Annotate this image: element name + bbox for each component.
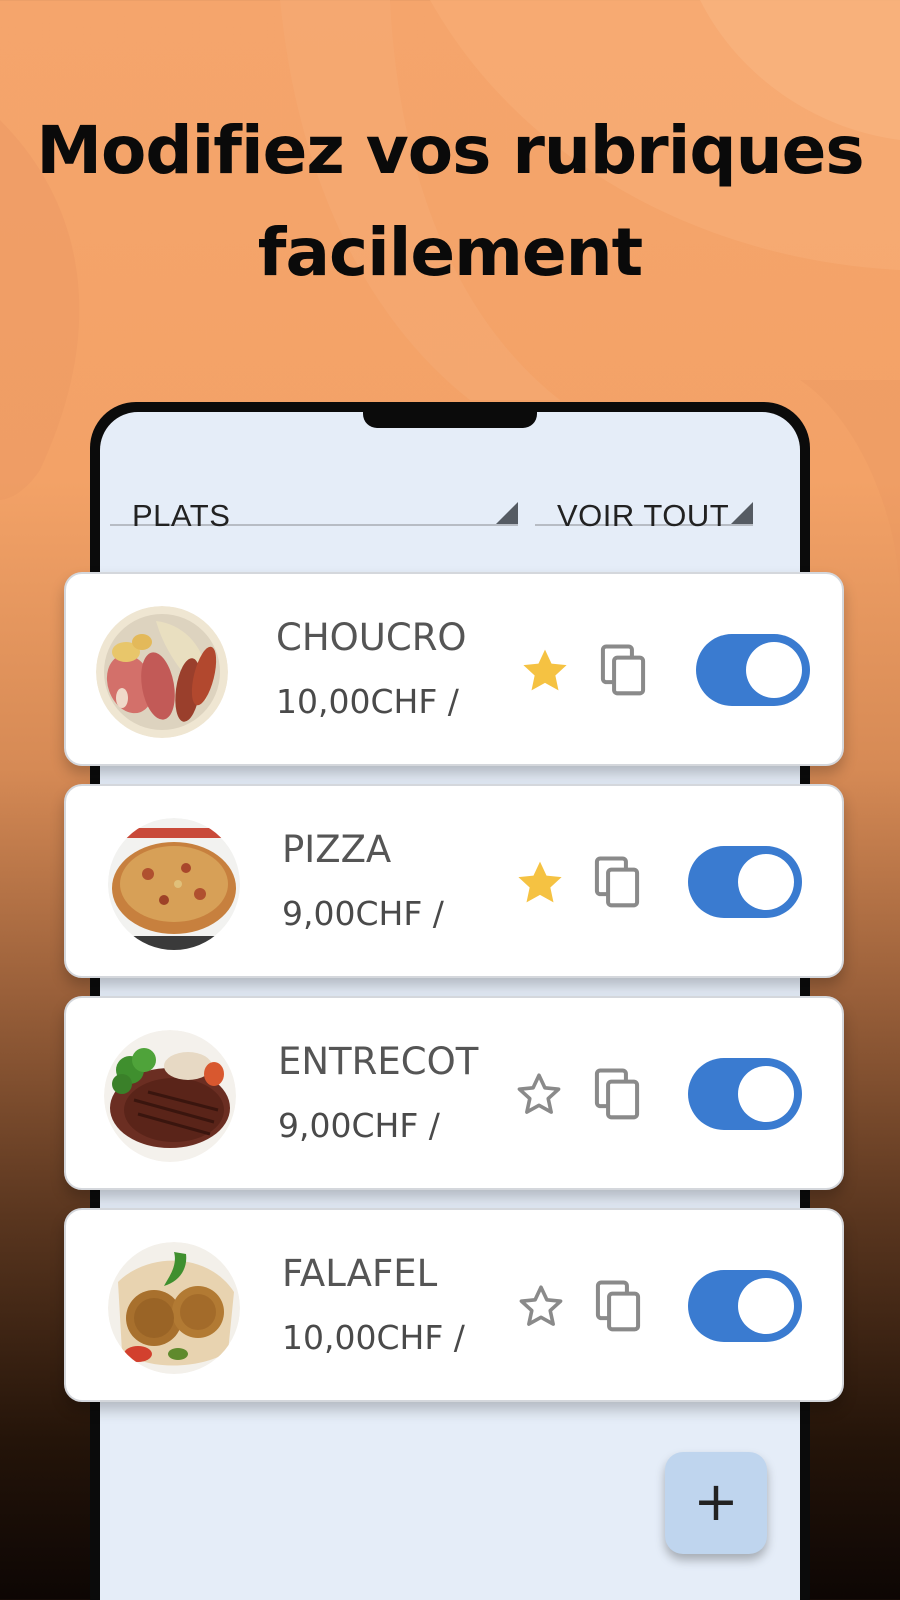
menu-item-card[interactable]: FALAFEL 10,00CHF / [64, 1208, 844, 1402]
menu-item-card[interactable]: ENTRECOT 9,00CHF / [64, 996, 844, 1190]
dropdown-arrow-icon [731, 502, 753, 524]
item-price: 9,00CHF / [282, 894, 444, 933]
item-name: FALAFEL [282, 1252, 438, 1295]
item-name: PIZZA [282, 828, 392, 871]
availability-toggle[interactable] [688, 846, 802, 918]
favorite-star-icon[interactable] [513, 856, 567, 910]
headline-line-2: facilement [257, 214, 643, 291]
availability-toggle[interactable] [696, 634, 810, 706]
toggle-knob [746, 642, 802, 698]
item-name: CHOUCRO [276, 616, 467, 659]
favorite-star-outline-icon[interactable] [512, 1068, 566, 1122]
item-price: 9,00CHF / [278, 1106, 440, 1145]
toggle-knob [738, 1278, 794, 1334]
menu-item-card[interactable]: PIZZA 9,00CHF / [64, 784, 844, 978]
item-name: ENTRECOT [278, 1040, 479, 1083]
headline: Modifiez vos rubriques facilement [0, 100, 900, 304]
item-price: 10,00CHF / [282, 1318, 465, 1357]
pizza-plate-image [108, 818, 240, 950]
visibility-dropdown[interactable]: VOIR TOUT [535, 452, 753, 533]
dropdown-arrow-icon [496, 502, 518, 524]
duplicate-icon[interactable] [596, 642, 650, 700]
item-price: 10,00CHF / [276, 682, 459, 721]
favorite-star-icon[interactable] [518, 644, 572, 698]
category-dropdown-value: PLATS [132, 498, 231, 533]
falafel-plate-image [108, 1242, 240, 1374]
headline-line-1: Modifiez vos rubriques [36, 112, 864, 189]
visibility-dropdown-value: VOIR TOUT [557, 498, 730, 533]
category-dropdown[interactable]: PLATS [110, 452, 518, 533]
choucroute-plate-image [96, 606, 228, 738]
steak-plate-image [104, 1030, 236, 1162]
duplicate-icon[interactable] [590, 854, 644, 912]
toggle-knob [738, 1066, 794, 1122]
add-item-button[interactable]: + [665, 1452, 767, 1554]
toggle-knob [738, 854, 794, 910]
favorite-star-outline-icon[interactable] [514, 1280, 568, 1334]
menu-item-card[interactable]: CHOUCRO 10,00CHF / [64, 572, 844, 766]
duplicate-icon[interactable] [591, 1278, 645, 1336]
availability-toggle[interactable] [688, 1058, 802, 1130]
availability-toggle[interactable] [688, 1270, 802, 1342]
phone-notch [363, 412, 537, 428]
duplicate-icon[interactable] [590, 1066, 644, 1124]
